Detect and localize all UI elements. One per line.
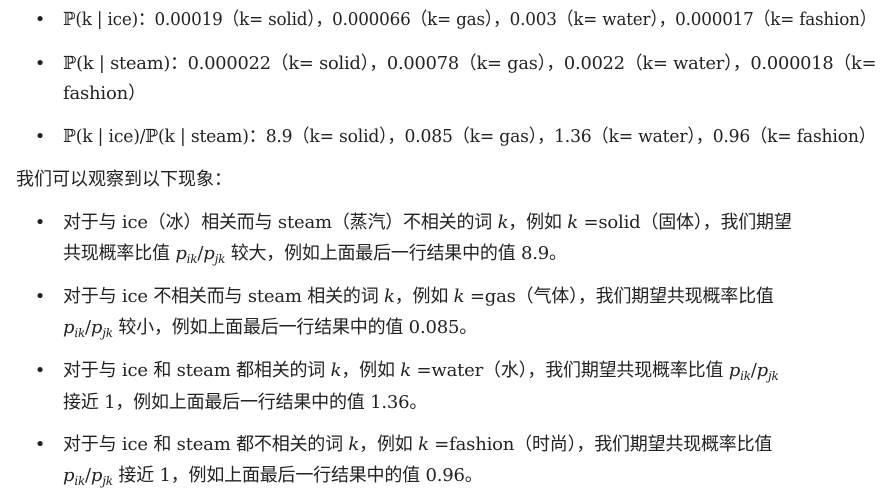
math-subscript: ik (740, 369, 751, 383)
text-run: ，例如 (359, 434, 419, 455)
math-subscript: ik (186, 252, 198, 266)
list-item-line: pik/pjk 接近 1，例如上面最后一行结果中的值 0.96。 (63, 464, 483, 493)
math-var: p (175, 243, 187, 264)
bullet: • (34, 9, 46, 30)
math-var: p (63, 465, 75, 486)
text-run: 较大，例如上面最后一行结果中的值 8.9。 (225, 243, 567, 264)
list-item-line: 对于与 ice 和 steam 都不相关的词 k，例如 k =fashion（时… (63, 433, 772, 457)
math-subscript: jk (102, 326, 113, 340)
text-run: ，例如 (394, 286, 454, 307)
math-var: k (453, 286, 465, 307)
text-run: 共现概率比值 (63, 243, 176, 264)
bullet: • (34, 212, 46, 233)
list-item-line: 对于与 ice（冰）相关而与 steam（蒸汽）不相关的词 k，例如 k =so… (63, 211, 792, 235)
math-subscript: ik (74, 326, 86, 340)
text-run: 对于与 ice 和 steam 都相关的词 (63, 360, 331, 381)
math-var: p (90, 465, 103, 486)
document-page: • ℙ(k | ice)：0.00019（k= solid），0.000066（… (0, 0, 882, 502)
math-var: p (756, 360, 769, 381)
list-item-line: pik/pjk 较小，例如上面最后一行结果中的值 0.085。 (63, 316, 477, 345)
math-var: k (348, 434, 360, 455)
bullet: • (34, 126, 46, 147)
math-var: p (63, 317, 75, 338)
text-run: =solid（固体），我们期望 (577, 212, 792, 233)
math-var: k (400, 360, 411, 381)
text-run: =water（水），我们期望共现概率比值 (410, 360, 729, 381)
math-var: k (384, 286, 395, 307)
math-var: k (567, 212, 578, 233)
list-item-line: 共现概率比值 pik/pjk 较大，例如上面最后一行结果中的值 8.9。 (63, 242, 567, 271)
math-var: p (203, 243, 215, 264)
text-run: 接近 1，例如上面最后一行结果中的值 0.96。 (112, 465, 483, 486)
observation-intro: 我们可以观察到以下现象： (16, 169, 232, 190)
text-run: 接近 1，例如上面最后一行结果中的值 1.36。 (63, 392, 428, 413)
math-subscript: jk (102, 474, 113, 488)
list-item-text: ℙ(k | steam)：0.000022（k= solid），0.00078（… (63, 53, 877, 74)
bullet: • (34, 286, 46, 307)
list-item-line: 接近 1，例如上面最后一行结果中的值 1.36。 (63, 391, 427, 415)
text-run: 较小，例如上面最后一行结果中的值 0.085。 (112, 317, 478, 338)
bullet: • (34, 360, 46, 381)
text-run: ，例如 (341, 360, 401, 381)
math-var: p (90, 317, 103, 338)
math-var: k (330, 360, 342, 381)
math-var: k (418, 434, 429, 455)
math-subscript: jk (768, 369, 779, 383)
math-var: k (497, 212, 509, 233)
math-subscript: jk (214, 252, 226, 266)
text-run: 对于与 ice 和 steam 都不相关的词 (63, 434, 349, 455)
math-subscript: ik (74, 474, 86, 488)
text-run: 对于与 ice 不相关而与 steam 相关的词 (63, 286, 385, 307)
bullet: • (34, 434, 46, 455)
list-item-text-cont: fashion） (63, 83, 146, 104)
text-run: =gas（气体），我们期望共现概率比值 (464, 286, 774, 307)
list-item-line: 对于与 ice 和 steam 都相关的词 k，例如 k =water（水），我… (63, 359, 779, 388)
list-item-line: 对于与 ice 不相关而与 steam 相关的词 k，例如 k =gas（气体）… (63, 285, 774, 309)
text-run: ，例如 (508, 212, 568, 233)
list-item-text: ℙ(k | ice)/ℙ(k | steam)：8.9（k= solid），0.… (63, 126, 876, 147)
bullet: • (34, 53, 46, 74)
text-run: 对于与 ice（冰）相关而与 steam（蒸汽）不相关的词 (63, 212, 498, 233)
list-item-text: ℙ(k | ice)：0.00019（k= solid），0.000066（k=… (63, 9, 877, 30)
math-var: p (728, 360, 741, 381)
text-run: =fashion（时尚），我们期望共现概率比值 (428, 434, 773, 455)
